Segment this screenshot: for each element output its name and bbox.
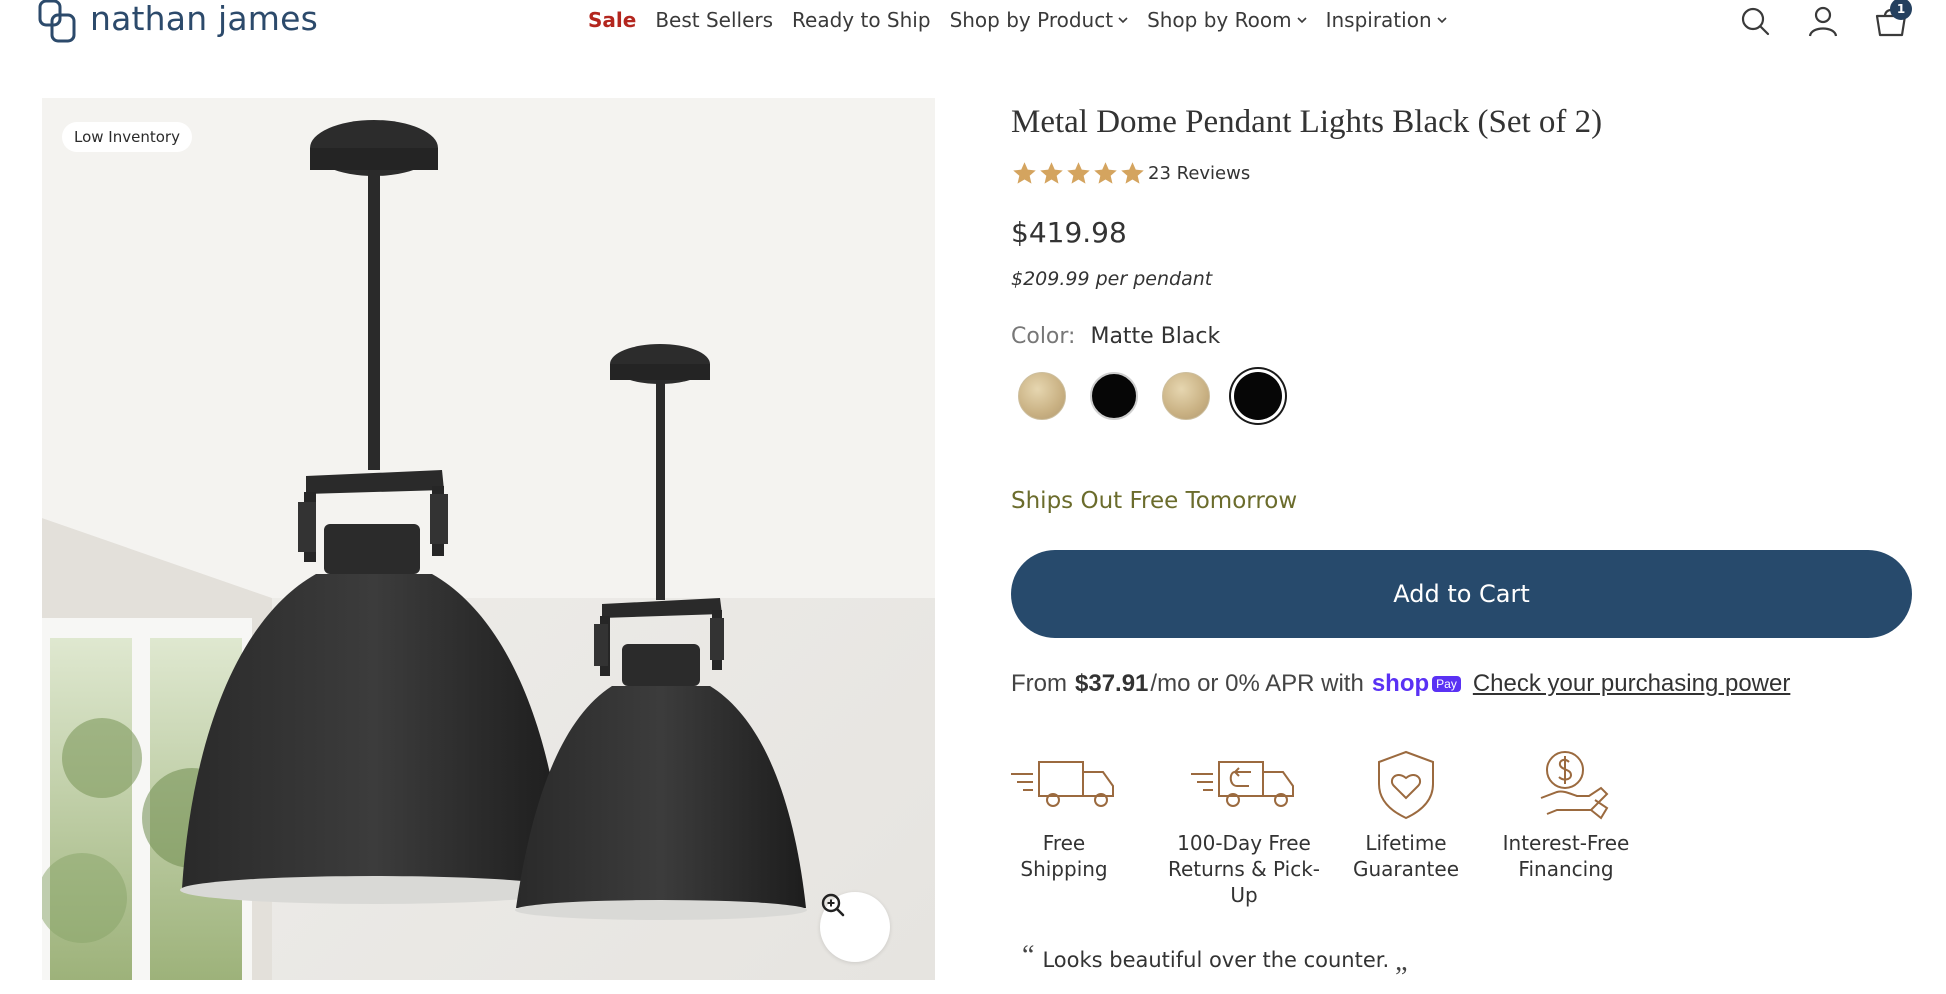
add-to-cart-button[interactable]: Add to Cart [1011, 550, 1912, 638]
color-swatches [1018, 372, 1306, 420]
low-inventory-badge: Low Inventory [62, 122, 192, 152]
review-count[interactable]: 23 Reviews [1148, 163, 1250, 184]
cart-count-badge: 1 [1890, 0, 1912, 20]
feature-label: Lifetime Guarantee [1352, 831, 1460, 881]
product-price: $419.98 [1011, 216, 1127, 249]
site-header: nathan james Sale Best Sellers Ready to … [0, 0, 1946, 60]
nav-label: Inspiration [1325, 8, 1432, 32]
nav-item-shop-by-room[interactable]: Shop by Room [1147, 8, 1307, 32]
finance-suffix: /mo or 0% APR with [1150, 670, 1364, 697]
return-truck-icon [1191, 761, 1294, 807]
star-icon [1067, 162, 1090, 184]
shop-pay-financing: From $37.91 /mo or 0% APR with shop Pay … [1011, 670, 1790, 698]
feature-interest-free-financing: Interest-Free Financing [1501, 748, 1631, 908]
feature-list: Free Shipping 100-Day Free Returns & Pick-… [1011, 748, 1631, 908]
color-value: Matte Black [1090, 324, 1221, 349]
color-selector-label: Color: Matte Black [1011, 324, 1220, 349]
nav-label: Ready to Ship [792, 8, 931, 32]
review-quote: “ Looks beautiful over the counter. ” [1022, 940, 1408, 994]
zoom-button[interactable] [820, 892, 890, 962]
per-unit-price: $209.99 per pendant [1011, 268, 1213, 290]
swatch-black[interactable] [1090, 372, 1138, 420]
account-icon[interactable] [1806, 4, 1840, 38]
nav-label: Shop by Product [949, 8, 1114, 32]
star-icon [1013, 162, 1036, 184]
chevron-down-icon [1437, 17, 1447, 24]
main-nav: Sale Best Sellers Ready to Ship Shop by … [588, 8, 1466, 32]
product-title: Metal Dome Pendant Lights Black (Set of … [1011, 104, 1603, 140]
nav-item-inspiration[interactable]: Inspiration [1326, 8, 1447, 32]
nav-item-ready-to-ship[interactable]: Ready to Ship [792, 8, 931, 32]
shop-pay-pill: Pay [1432, 676, 1461, 692]
swatch-brass[interactable] [1018, 372, 1066, 420]
color-label: Color: [1011, 324, 1076, 349]
close-quote-mark: ” [1395, 962, 1408, 993]
star-icon [1121, 162, 1144, 184]
product-image-gallery[interactable]: Low Inventory [42, 98, 935, 980]
nav-item-sale[interactable]: Sale [588, 8, 636, 32]
star-icon [1040, 162, 1063, 184]
zoom-in-icon [821, 893, 845, 917]
shipping-status: Ships Out Free Tomorrow [1011, 488, 1298, 514]
shop-pay-wordmark: shop [1371, 670, 1430, 697]
swatch-brass[interactable] [1162, 372, 1210, 420]
nav-label: Best Sellers [655, 8, 774, 32]
feature-label: Interest-Free Financing [1502, 831, 1630, 881]
chevron-down-icon [1118, 17, 1128, 24]
nav-item-best-sellers[interactable]: Best Sellers [655, 8, 773, 32]
truck-icon [1011, 761, 1114, 807]
brand-logo[interactable]: nathan james [36, 0, 318, 48]
cart-button[interactable]: 1 [1874, 0, 1914, 44]
swatch-matte-black-selected[interactable] [1234, 372, 1282, 420]
feature-lifetime-guarantee: Lifetime Guarantee [1351, 748, 1461, 908]
chevron-down-icon [1297, 17, 1307, 24]
shield-heart-icon [1378, 750, 1434, 820]
feature-free-shipping: Free Shipping [1011, 748, 1117, 908]
money-hand-icon [1540, 751, 1609, 820]
finance-prefix: From [1011, 670, 1067, 697]
feature-label: Free Shipping [1020, 831, 1108, 881]
brand-name: nathan james [90, 0, 319, 38]
search-icon[interactable] [1738, 4, 1772, 38]
nav-label: Sale [588, 8, 637, 32]
shop-pay-logo: shop Pay [1372, 670, 1461, 698]
feature-label: 100-Day Free Returns & Pick-Up [1167, 831, 1321, 907]
finance-amount: $37.91 [1075, 670, 1149, 697]
product-rating[interactable]: 23 Reviews [1011, 160, 1250, 187]
star-icon [1094, 162, 1117, 184]
feature-free-returns: 100-Day Free Returns & Pick-Up [1159, 748, 1329, 908]
nav-item-shop-by-product[interactable]: Shop by Product [950, 8, 1129, 32]
open-quote-mark: “ [1022, 940, 1035, 971]
check-purchasing-power-link[interactable]: Check your purchasing power [1473, 670, 1791, 698]
nj-logo-icon [38, 0, 76, 43]
nav-label: Shop by Room [1147, 8, 1292, 32]
quote-text: Looks beautiful over the counter. [1042, 948, 1390, 972]
product-photo [42, 98, 935, 980]
